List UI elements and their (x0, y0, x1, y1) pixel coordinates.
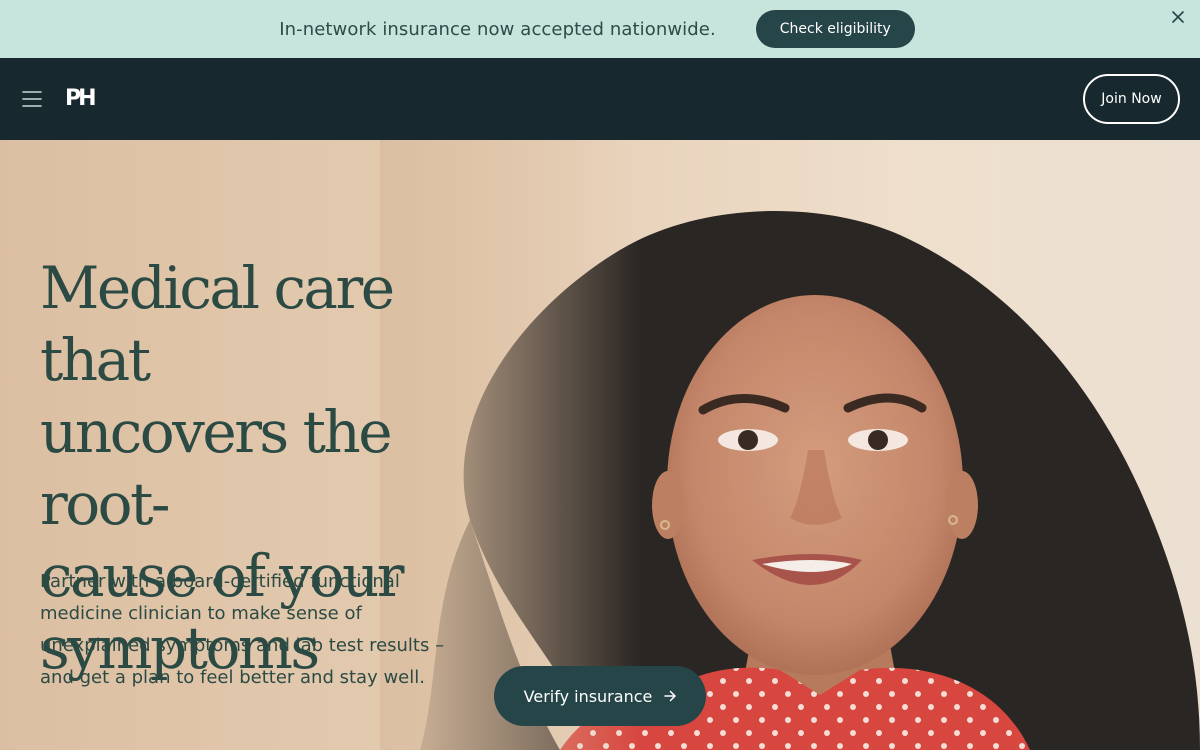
hero-section: Medical care that uncovers the root- cau… (0, 140, 1200, 750)
join-now-button[interactable]: Join Now (1083, 74, 1180, 124)
brand-logo[interactable]: PH (65, 86, 97, 111)
verify-insurance-label: Verify insurance (523, 686, 653, 706)
close-icon[interactable] (1168, 7, 1188, 27)
banner-text: In-network insurance now accepted nation… (279, 18, 716, 40)
verify-insurance-button[interactable]: Verify insurance (494, 666, 706, 726)
top-navbar: PH Join Now (0, 58, 1200, 140)
announcement-banner: In-network insurance now accepted nation… (0, 0, 1200, 58)
hero-title-line-2: uncovers the root- (40, 398, 393, 538)
arrow-right-icon (664, 687, 677, 706)
check-eligibility-button[interactable]: Check eligibility (755, 10, 915, 48)
hamburger-menu-icon[interactable] (22, 90, 42, 108)
hero-title-line-1: Medical care that (40, 254, 395, 394)
hero-subtitle: Partner with a board-certified functiona… (40, 571, 445, 688)
